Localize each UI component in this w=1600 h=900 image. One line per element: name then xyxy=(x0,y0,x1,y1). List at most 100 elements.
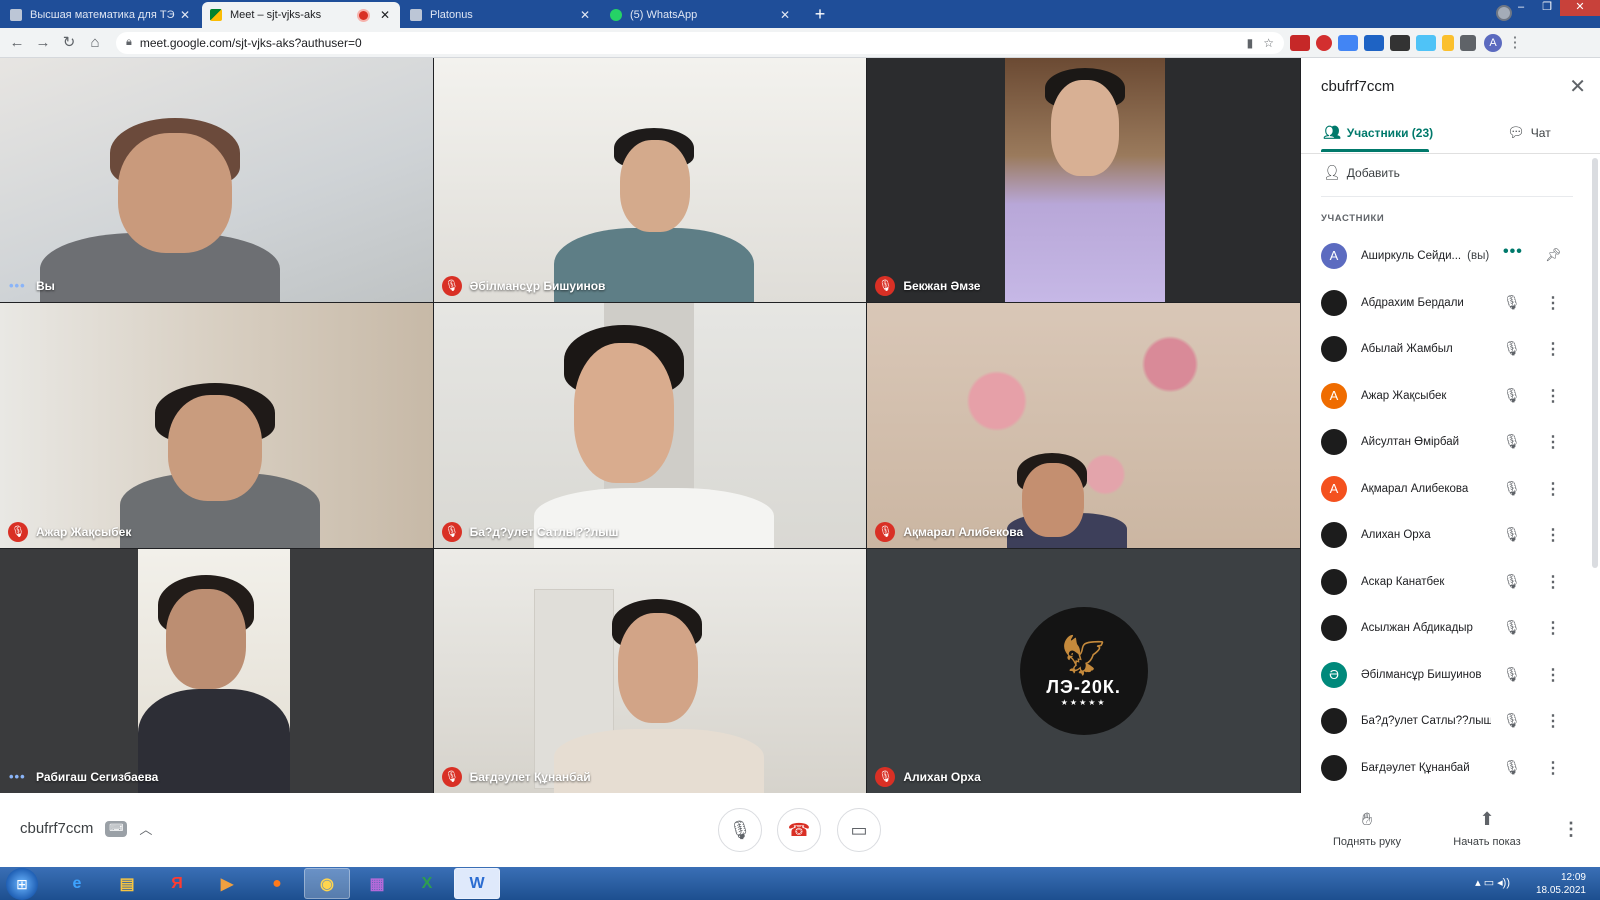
participant-tile[interactable]: ••• Рабигаш Сегизбаева xyxy=(0,548,433,793)
participant-row[interactable]: A Ақмарал Алибекова 🎙︎ ⋮ xyxy=(1301,466,1600,513)
raise-hand-button[interactable]: ✋︎ Поднять руку xyxy=(1322,809,1412,848)
participant-row[interactable]: Бағдәулет Құнанбай 🎙︎ ⋮ xyxy=(1301,745,1600,792)
browser-tab-active[interactable]: Meet – sjt-vjks-aks ✕ xyxy=(202,2,400,28)
word-icon[interactable]: W xyxy=(454,868,500,899)
participant-row[interactable]: Ба?д?улет Сатлы??лыш 🎙︎ ⋮ xyxy=(1301,698,1600,745)
more-options-icon[interactable]: ••• xyxy=(9,278,26,293)
forward-icon[interactable]: → xyxy=(30,30,56,56)
more-vert-icon[interactable]: ⋮ xyxy=(1545,432,1561,452)
browser-tab[interactable]: Высшая математика для ТЭ ✕ xyxy=(2,2,200,28)
participant-row[interactable]: A Ажар Жақсыбек 🎙︎ ⋮ xyxy=(1301,373,1600,420)
participant-tile[interactable]: 🎙︎ Бекжан Әмзе xyxy=(867,58,1300,303)
participant-row-name: Бағдәулет Құнанбай xyxy=(1361,761,1470,774)
leave-call-button[interactable]: ☎︎ xyxy=(777,808,821,852)
mic-off-icon: 🎙︎ xyxy=(1503,386,1521,403)
extension-icon[interactable] xyxy=(1442,34,1454,51)
meeting-details[interactable]: cbufrf7ccm ⌨ ︿ xyxy=(20,819,152,838)
file-explorer-icon[interactable]: ▤ xyxy=(104,868,150,899)
extensions-puzzle-icon[interactable] xyxy=(1460,34,1476,51)
chrome-icon[interactable]: ◉ xyxy=(304,868,350,899)
more-vert-icon[interactable]: ⋮ xyxy=(1545,665,1561,685)
participant-tile[interactable]: 🎙︎ Ба?д?улет Сатлы??лыш xyxy=(433,303,867,548)
media-player-icon[interactable]: ▶ xyxy=(204,868,250,899)
panel-scrollbar[interactable] xyxy=(1592,158,1598,568)
browser-tab[interactable]: Platonus ✕ xyxy=(402,2,600,28)
more-options-icon[interactable]: ••• xyxy=(9,769,26,784)
participant-row[interactable]: Абдрахим Бердали 🎙︎ ⋮ xyxy=(1301,280,1600,327)
firefox-icon[interactable]: ● xyxy=(254,868,300,899)
participant-name: Алихан Орха xyxy=(903,769,981,784)
more-vert-icon[interactable]: ⋮ xyxy=(1545,711,1561,731)
participants-panel: cbufrf7ccm ✕ 👥︎ Участники (23) 💬︎ Чат 👤︎… xyxy=(1301,58,1600,793)
tab-close-icon[interactable]: ✕ xyxy=(578,8,592,22)
mic-off-icon: 🎙︎ xyxy=(1503,293,1521,310)
participant-list: A Аширкуль Сейди... (вы) ••• 📌︎ Абдрахим… xyxy=(1301,233,1600,791)
bookmark-star-icon[interactable]: ☆ xyxy=(1263,36,1274,50)
participant-tile[interactable]: ••• Вы xyxy=(0,58,433,303)
participant-row[interactable]: Ә Әбілмансұр Бишуинов 🎙︎ ⋮ xyxy=(1301,652,1600,699)
tab-chat[interactable]: 💬︎ Чат xyxy=(1507,124,1551,141)
more-vert-icon[interactable]: ⋮ xyxy=(1545,479,1561,499)
microphone-button[interactable]: 🎙︎ xyxy=(718,808,762,852)
tab-close-icon[interactable]: ✕ xyxy=(178,8,192,22)
pin-icon[interactable]: 📌︎ xyxy=(1545,247,1562,263)
new-tab-button[interactable]: + xyxy=(808,3,832,27)
internet-explorer-icon[interactable]: e xyxy=(54,868,100,899)
address-bar[interactable]: 🔒︎ meet.google.com/sjt-vjks-aks?authuser… xyxy=(116,31,1284,54)
maximize-icon[interactable]: ❐ xyxy=(1534,0,1560,16)
tab-close-icon[interactable]: ✕ xyxy=(778,8,792,22)
active-tab-indicator xyxy=(1321,149,1429,152)
camera-icon[interactable]: ▮ xyxy=(1247,36,1254,50)
participant-tile[interactable]: 🎙︎ Әбілмансұр Бишуинов xyxy=(433,58,867,303)
profile-avatar[interactable]: A xyxy=(1484,33,1502,52)
extension-icon[interactable] xyxy=(1364,34,1384,51)
browser-menu-icon[interactable]: ⋮ xyxy=(1502,30,1528,56)
opera-extension-icon[interactable] xyxy=(1316,34,1332,51)
participant-name: Вы xyxy=(36,279,55,294)
present-now-button[interactable]: ⬆︎ Начать показ xyxy=(1442,809,1532,848)
participant-tile[interactable]: 🎙︎ Ажар Жақсыбек xyxy=(0,303,433,548)
clock[interactable]: 12:09 18.05.2021 xyxy=(1536,871,1586,897)
system-tray-icons[interactable]: ▴ ▭ ◂)) xyxy=(1475,876,1510,889)
more-options-icon[interactable]: ⋮ xyxy=(1562,819,1580,840)
chevron-up-icon[interactable]: ︿ xyxy=(139,819,152,838)
avatar xyxy=(1321,336,1347,363)
captions-icon[interactable]: ⌨ xyxy=(105,820,128,837)
excel-icon[interactable]: X xyxy=(404,868,450,899)
adblock-extension-icon[interactable] xyxy=(1290,34,1310,51)
more-vert-icon[interactable]: ⋮ xyxy=(1545,758,1561,778)
add-people-button[interactable]: 👤︎ Добавить xyxy=(1323,164,1400,181)
yandex-icon[interactable]: Я xyxy=(154,868,200,899)
more-vert-icon[interactable]: ⋮ xyxy=(1545,618,1561,638)
tab-participants[interactable]: 👥︎ Участники (23) xyxy=(1323,124,1433,141)
more-vert-icon[interactable]: ⋮ xyxy=(1545,386,1561,406)
window-close-icon[interactable]: ✕ xyxy=(1560,0,1600,16)
extension-icon[interactable] xyxy=(1416,34,1436,51)
participant-row[interactable]: Аскар Канатбек 🎙︎ ⋮ xyxy=(1301,559,1600,606)
participant-tile[interactable]: 🎙︎ Ақмарал Алибекова xyxy=(867,303,1300,548)
browser-tab[interactable]: (5) WhatsApp ✕ xyxy=(602,2,800,28)
participant-tile[interactable]: 🎙︎ Бағдәулет Құнанбай xyxy=(433,548,867,793)
participant-row[interactable]: Айсултан Өмірбай 🎙︎ ⋮ xyxy=(1301,419,1600,466)
participant-row[interactable]: Асылжан Абдикадыр 🎙︎ ⋮ xyxy=(1301,605,1600,652)
more-vert-icon[interactable]: ⋮ xyxy=(1545,293,1561,313)
back-icon[interactable]: ← xyxy=(4,30,30,56)
camera-button[interactable]: ▭ xyxy=(837,808,881,852)
more-vert-icon[interactable]: ⋮ xyxy=(1545,572,1561,592)
more-vert-icon[interactable]: ⋮ xyxy=(1545,525,1561,545)
extension-icon[interactable] xyxy=(1390,34,1410,51)
participant-row[interactable]: A Аширкуль Сейди... (вы) ••• 📌︎ xyxy=(1301,233,1600,280)
translate-extension-icon[interactable] xyxy=(1338,34,1358,51)
participant-row[interactable]: Абылай Жамбыл 🎙︎ ⋮ xyxy=(1301,326,1600,373)
minimize-icon[interactable]: – xyxy=(1508,0,1534,16)
close-icon[interactable]: ✕ xyxy=(1569,74,1586,99)
participant-row[interactable]: Алихан Орха 🎙︎ ⋮ xyxy=(1301,512,1600,559)
winrar-icon[interactable]: ▦ xyxy=(354,868,400,899)
start-button[interactable]: ⊞ xyxy=(6,867,38,900)
home-icon[interactable]: ⌂ xyxy=(82,30,108,56)
video-grid: ••• Вы 🎙︎ Әбілмансұр Бишуинов 🎙︎ Бекжан … xyxy=(0,58,1300,793)
reload-icon[interactable]: ↻ xyxy=(56,30,82,56)
tab-close-icon[interactable]: ✕ xyxy=(378,8,392,22)
participant-tile[interactable]: 🦅︎ ЛЭ-20К. ★★★★★ 🎙︎ Алихан Орха xyxy=(867,548,1300,793)
more-vert-icon[interactable]: ⋮ xyxy=(1545,339,1561,359)
